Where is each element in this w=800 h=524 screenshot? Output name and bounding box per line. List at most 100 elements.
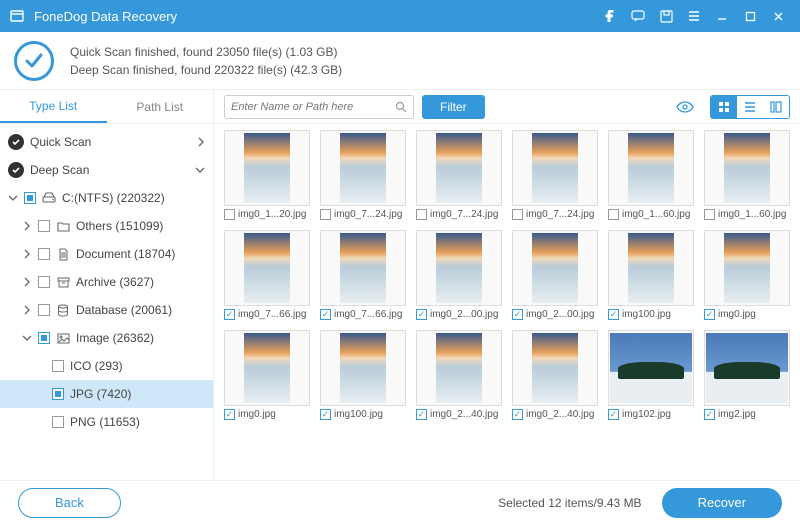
preview-icon[interactable] [672, 96, 698, 118]
tree-image[interactable]: Image (26362) [0, 324, 213, 352]
file-checkbox[interactable] [704, 209, 715, 220]
file-checkbox[interactable] [608, 309, 619, 320]
tree-database[interactable]: Database (20061) [0, 296, 213, 324]
file-checkbox[interactable] [224, 409, 235, 420]
footer: Back Selected 12 items/9.43 MB Recover [0, 480, 800, 524]
thumbnail[interactable] [608, 130, 694, 206]
tree-label: Quick Scan [30, 135, 91, 149]
chevron-down-icon [8, 194, 18, 202]
thumbnail[interactable] [416, 230, 502, 306]
file-tile[interactable]: img0_1...20.jpg [224, 130, 310, 226]
checkbox[interactable] [38, 248, 50, 260]
tree-quick-scan[interactable]: Quick Scan [0, 128, 213, 156]
tree-deep-scan[interactable]: Deep Scan [0, 156, 213, 184]
thumbnail[interactable] [416, 330, 502, 406]
checkbox[interactable] [52, 360, 64, 372]
file-checkbox[interactable] [608, 209, 619, 220]
close-icon[interactable] [764, 0, 792, 32]
checkbox[interactable] [38, 276, 50, 288]
thumbnail[interactable] [704, 130, 790, 206]
thumbnail[interactable] [224, 330, 310, 406]
file-checkbox[interactable] [416, 409, 427, 420]
save-icon[interactable] [652, 0, 680, 32]
thumbnail[interactable] [512, 330, 598, 406]
tree-archive[interactable]: Archive (3627) [0, 268, 213, 296]
feedback-icon[interactable] [624, 0, 652, 32]
filter-button[interactable]: Filter [422, 95, 485, 119]
tree-png[interactable]: PNG (11653) [0, 408, 213, 436]
menu-icon[interactable] [680, 0, 708, 32]
tree-label: JPG (7420) [70, 387, 131, 401]
thumbnail[interactable] [224, 130, 310, 206]
maximize-icon[interactable] [736, 0, 764, 32]
file-tile[interactable]: img102.jpg [608, 330, 694, 426]
view-list-icon[interactable] [737, 96, 763, 118]
recover-button[interactable]: Recover [662, 488, 782, 518]
file-tile[interactable]: img0.jpg [224, 330, 310, 426]
file-tile[interactable]: img0.jpg [704, 230, 790, 326]
file-tile[interactable]: img0_1...60.jpg [608, 130, 694, 226]
file-name: img0_1...20.jpg [238, 209, 306, 220]
tree-others[interactable]: Others (151099) [0, 212, 213, 240]
file-checkbox[interactable] [416, 209, 427, 220]
file-tile[interactable]: img0_2...40.jpg [512, 330, 598, 426]
file-checkbox[interactable] [704, 409, 715, 420]
thumbnail[interactable] [512, 230, 598, 306]
file-checkbox[interactable] [224, 209, 235, 220]
tree-document[interactable]: Document (18704) [0, 240, 213, 268]
file-tile[interactable]: img100.jpg [320, 330, 406, 426]
file-tile[interactable]: img0_7...66.jpg [224, 230, 310, 326]
tab-path-list[interactable]: Path List [107, 90, 214, 123]
file-tile[interactable]: img0_1...60.jpg [704, 130, 790, 226]
file-checkbox[interactable] [512, 409, 523, 420]
checkbox[interactable] [52, 388, 64, 400]
tree-label: Image (26362) [76, 331, 154, 345]
file-tile[interactable]: img0_7...24.jpg [512, 130, 598, 226]
view-detail-icon[interactable] [763, 96, 789, 118]
file-checkbox[interactable] [320, 209, 331, 220]
tree-ico[interactable]: ICO (293) [0, 352, 213, 380]
thumbnail[interactable] [704, 330, 790, 406]
tree-label: Deep Scan [30, 163, 89, 177]
file-checkbox[interactable] [224, 309, 235, 320]
share-facebook-icon[interactable] [596, 0, 624, 32]
view-grid-icon[interactable] [711, 96, 737, 118]
thumbnail[interactable] [224, 230, 310, 306]
file-checkbox[interactable] [512, 309, 523, 320]
thumbnail[interactable] [704, 230, 790, 306]
thumbnail[interactable] [608, 230, 694, 306]
checkbox[interactable] [38, 332, 50, 344]
file-checkbox[interactable] [608, 409, 619, 420]
search-box[interactable] [224, 95, 414, 119]
file-tile[interactable]: img0_7...24.jpg [320, 130, 406, 226]
tree-drive[interactable]: C:(NTFS) (220322) [0, 184, 213, 212]
tree-jpg[interactable]: JPG (7420) [0, 380, 213, 408]
thumbnail[interactable] [416, 130, 502, 206]
file-tile[interactable]: img0_7...24.jpg [416, 130, 502, 226]
file-tile[interactable]: img100.jpg [608, 230, 694, 326]
thumbnail[interactable] [320, 130, 406, 206]
file-tile[interactable]: img2.jpg [704, 330, 790, 426]
file-checkbox[interactable] [320, 409, 331, 420]
checkbox[interactable] [24, 192, 36, 204]
search-input[interactable] [231, 101, 395, 113]
file-checkbox[interactable] [512, 209, 523, 220]
checkbox[interactable] [52, 416, 64, 428]
file-tile[interactable]: img0_7...66.jpg [320, 230, 406, 326]
file-checkbox[interactable] [320, 309, 331, 320]
file-checkbox[interactable] [704, 309, 715, 320]
file-checkbox[interactable] [416, 309, 427, 320]
thumbnail[interactable] [320, 330, 406, 406]
tab-type-list[interactable]: Type List [0, 90, 107, 123]
checkbox[interactable] [38, 304, 50, 316]
back-button[interactable]: Back [18, 488, 121, 518]
minimize-icon[interactable] [708, 0, 736, 32]
thumbnail[interactable] [512, 130, 598, 206]
search-icon[interactable] [395, 101, 407, 113]
file-tile[interactable]: img0_2...40.jpg [416, 330, 502, 426]
file-tile[interactable]: img0_2...00.jpg [512, 230, 598, 326]
checkbox[interactable] [38, 220, 50, 232]
thumbnail[interactable] [320, 230, 406, 306]
file-tile[interactable]: img0_2...00.jpg [416, 230, 502, 326]
thumbnail[interactable] [608, 330, 694, 406]
